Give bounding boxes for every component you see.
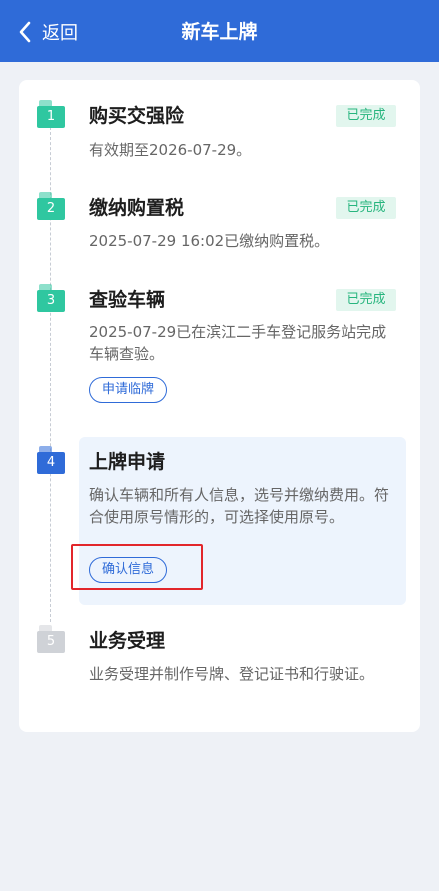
page-title: 新车上牌 xyxy=(181,21,258,43)
step-number-badge: 5 xyxy=(37,625,65,653)
steps-card xyxy=(19,80,420,732)
step-description: 确认车辆和所有人信息，选号并缴纳费用。符合使用原号情形的，可选择使用原号。 xyxy=(89,486,390,526)
step-description: 有效期至2026-07-29。 xyxy=(89,141,252,159)
status-badge: 已完成 xyxy=(336,197,396,219)
step-description: 2025-07-29已在滨江二手车登记服务站完成车辆查验。 xyxy=(89,323,387,363)
step-description: 2025-07-29 16:02已缴纳购置税。 xyxy=(89,232,330,250)
step-title: 缴纳购置税 xyxy=(89,197,185,219)
step-title: 购买交强险 xyxy=(89,105,185,127)
nav-header: 返回 新车上牌 xyxy=(0,0,439,62)
step-number-badge: 1 xyxy=(37,100,65,128)
step-title: 查验车辆 xyxy=(89,289,166,311)
step-title: 上牌申请 xyxy=(89,451,166,473)
step-number-badge: 4 xyxy=(37,446,65,474)
highlight-box xyxy=(71,544,203,590)
apply-temp-plate-button[interactable]: 申请临牌 xyxy=(89,377,168,403)
step-title: 业务受理 xyxy=(89,630,166,652)
status-badge: 已完成 xyxy=(336,105,396,127)
step-number-badge: 2 xyxy=(37,192,65,220)
step-number-badge: 3 xyxy=(37,284,65,312)
step-description: 业务受理并制作号牌、登记证书和行驶证。 xyxy=(89,665,375,683)
status-badge: 已完成 xyxy=(336,289,396,311)
